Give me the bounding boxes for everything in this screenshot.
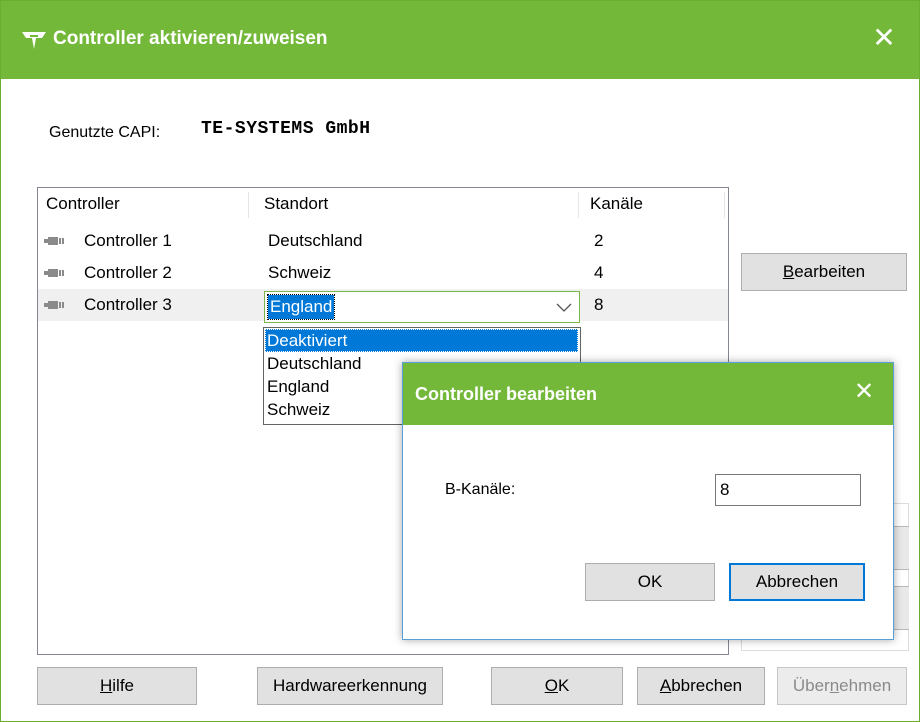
apply-button[interactable]: Übernehmen xyxy=(777,667,907,705)
column-header-kanaele[interactable]: Kanäle xyxy=(590,188,643,220)
edit-controller-dialog: Controller bearbeiten ✕ B-Kanäle: OK Abb… xyxy=(402,362,894,640)
close-icon[interactable]: ✕ xyxy=(849,377,879,407)
plug-icon xyxy=(44,269,64,277)
edit-button[interactable]: Bearbeiten xyxy=(741,253,907,291)
column-divider[interactable] xyxy=(724,192,725,218)
plug-icon xyxy=(44,301,64,309)
obscured-button[interactable] xyxy=(892,586,909,630)
dialog-cancel-button[interactable]: Abbrechen xyxy=(729,563,865,601)
close-icon[interactable]: ✕ xyxy=(867,21,901,55)
dialog-title: Controller bearbeiten xyxy=(415,384,598,404)
cancel-label-rest: bbrechen xyxy=(671,676,743,695)
controller-name: Controller 3 xyxy=(84,295,172,314)
column-divider[interactable] xyxy=(248,192,249,218)
ok-mnemonic: O xyxy=(544,676,558,695)
apply-mnemonic: n xyxy=(829,676,840,695)
help-mnemonic: H xyxy=(99,676,113,695)
capi-plug-icon xyxy=(22,32,46,49)
dialog-ok-button[interactable]: OK xyxy=(585,563,715,601)
column-header-standort[interactable]: Standort xyxy=(264,188,328,220)
b-kanaele-label: B-Kanäle: xyxy=(445,481,516,498)
standort-value: Deutschland xyxy=(268,231,363,250)
combobox-value: England xyxy=(266,294,336,320)
obscured-button[interactable] xyxy=(892,526,909,570)
edit-label-rest: earbeiten xyxy=(794,262,866,281)
capi-value: TE-SYSTEMS GmbH xyxy=(201,119,371,139)
apply-label-prefix: Über xyxy=(792,676,830,695)
help-button[interactable]: Hilfe xyxy=(37,667,197,705)
controller-name: Controller 2 xyxy=(84,263,172,282)
ok-label-rest: K xyxy=(557,676,570,695)
capi-label: Genutzte CAPI: xyxy=(49,124,161,141)
kanaele-value: 2 xyxy=(594,231,604,250)
kanaele-value: 8 xyxy=(594,295,604,314)
main-window: Controller aktivieren/zuweisen ✕ Genutzt… xyxy=(0,0,920,722)
column-divider[interactable] xyxy=(578,192,579,218)
b-kanaele-input[interactable] xyxy=(715,474,861,506)
window-title: Controller aktivieren/zuweisen xyxy=(53,28,328,49)
controller-name: Controller 1 xyxy=(84,231,172,250)
title-bar[interactable]: Controller aktivieren/zuweisen ✕ xyxy=(1,1,919,79)
cancel-button[interactable]: Abbrechen xyxy=(637,667,765,705)
edit-mnemonic: B xyxy=(782,262,795,281)
hardware-detection-button[interactable]: Hardwareerkennung xyxy=(257,667,443,705)
apply-label-rest: ehmen xyxy=(839,676,892,695)
column-header-controller[interactable]: Controller xyxy=(46,188,120,220)
chevron-down-icon[interactable] xyxy=(555,298,573,316)
ok-button[interactable]: OK xyxy=(491,667,623,705)
table-row[interactable]: Controller 2 Schweiz 4 xyxy=(38,257,728,289)
dropdown-option-deaktiviert[interactable]: Deaktiviert xyxy=(265,329,578,352)
dialog-title-bar[interactable]: Controller bearbeiten ✕ xyxy=(403,363,893,425)
help-label-rest: ilfe xyxy=(112,676,134,695)
table-row[interactable]: Controller 1 Deutschland 2 xyxy=(38,225,728,257)
kanaele-value: 4 xyxy=(594,263,604,282)
cancel-mnemonic: A xyxy=(659,676,672,695)
standort-combobox[interactable]: England xyxy=(264,291,580,323)
standort-value: Schweiz xyxy=(268,263,332,282)
plug-icon xyxy=(44,237,64,245)
